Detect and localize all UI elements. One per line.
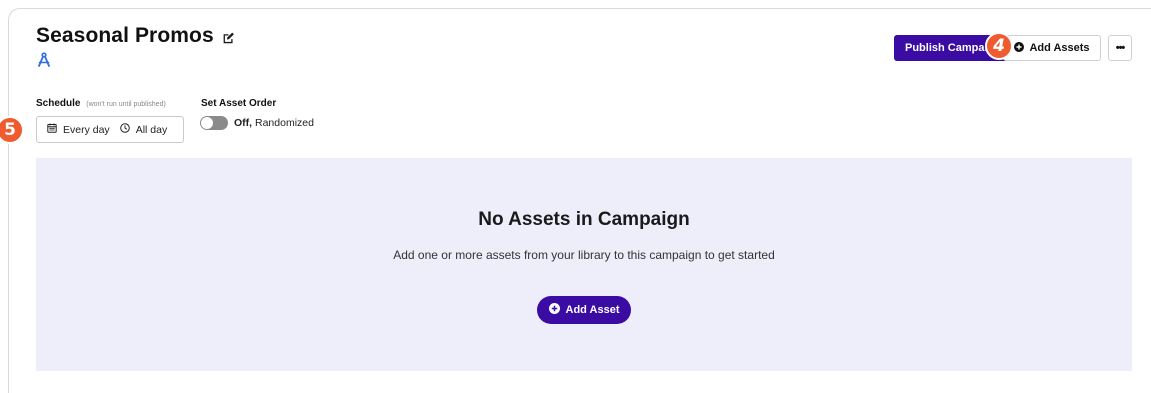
empty-state-title: No Assets in Campaign: [478, 209, 690, 230]
schedule-days: Every day: [47, 123, 110, 136]
step-badge-4: 4: [985, 32, 1013, 60]
edit-icon[interactable]: [222, 31, 236, 45]
add-assets-label: Add Assets: [1029, 42, 1090, 54]
schedule-hours: All day: [119, 123, 168, 136]
add-asset-button[interactable]: Add Asset: [537, 296, 631, 324]
schedule-label: Schedule (won't run until published): [36, 98, 166, 109]
plus-circle-icon: [548, 303, 560, 317]
schedule-hours-text: All day: [135, 123, 168, 136]
title-row: Seasonal Promos: [36, 24, 236, 48]
schedule-days-text: Every day: [63, 123, 110, 136]
empty-state-panel: No Assets in Campaign Add one or more as…: [36, 158, 1132, 371]
add-assets-button[interactable]: Add Assets: [1003, 35, 1101, 61]
page-title: Seasonal Promos: [36, 24, 214, 47]
toggle-knob: [201, 117, 213, 129]
schedule-picker[interactable]: Every day All day: [36, 116, 184, 143]
clock-icon: [119, 123, 130, 136]
schedule-hint: (won't run until published): [86, 101, 166, 108]
empty-state-subtitle: Add one or more assets from your library…: [393, 248, 775, 262]
drafting-compass-icon: [36, 52, 52, 68]
asset-order-mode: Randomized: [255, 117, 314, 129]
add-asset-label: Add Asset: [565, 304, 620, 316]
plus-circle-icon: [1014, 41, 1025, 55]
asset-order-label: Set Asset Order: [201, 98, 277, 109]
asset-order-toggle[interactable]: [200, 116, 228, 130]
asset-order-status: Off, Randomized: [234, 117, 314, 129]
calendar-icon: [47, 123, 57, 136]
more-options-button[interactable]: •••: [1108, 35, 1132, 61]
asset-order-state: Off,: [234, 117, 253, 129]
schedule-label-text: Schedule: [36, 98, 81, 109]
